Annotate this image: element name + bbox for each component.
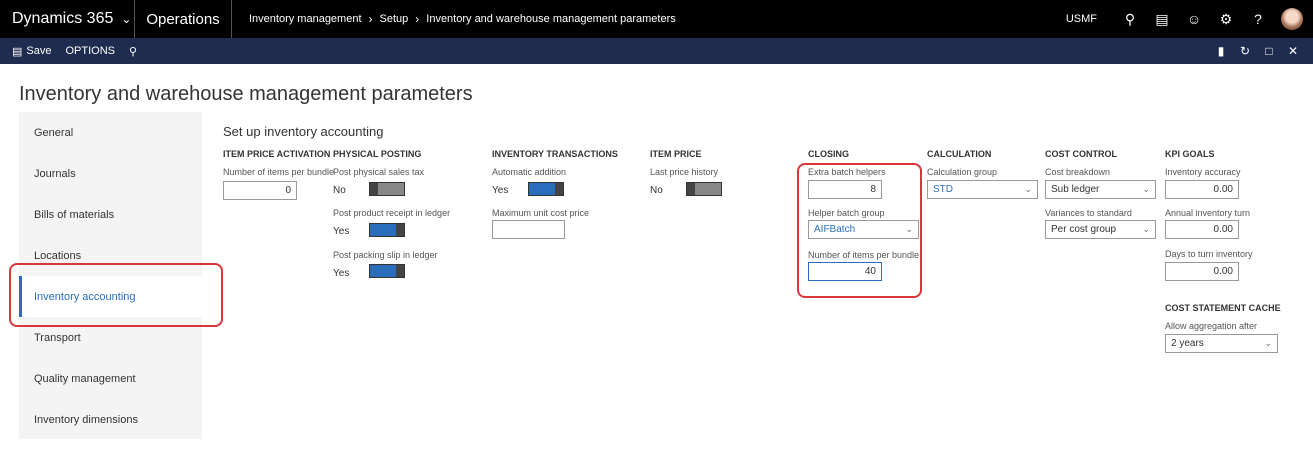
tab-bills-of-materials[interactable]: Bills of materials xyxy=(19,194,202,235)
tab-inventory-accounting[interactable]: Inventory accounting xyxy=(19,276,202,317)
variances-to-standard-value: Per cost group xyxy=(1051,224,1117,235)
tab-quality-management[interactable]: Quality management xyxy=(19,358,202,399)
group-closing: CLOSING xyxy=(808,149,850,159)
closing-items-per-bundle-input[interactable]: 40 xyxy=(808,262,882,281)
options-label: OPTIONS xyxy=(65,45,115,57)
group-inventory-transactions: INVENTORY TRANSACTIONS xyxy=(492,149,618,159)
calculation-group-value: STD xyxy=(933,184,953,195)
cost-breakdown-select[interactable]: Sub ledger ⌄ xyxy=(1045,180,1156,199)
inventory-accuracy-input[interactable]: 0.00 xyxy=(1165,180,1239,199)
post-physical-sales-tax-label: Post physical sales tax xyxy=(333,167,425,177)
automatic-addition-value: Yes xyxy=(492,185,509,196)
post-product-receipt-toggle[interactable] xyxy=(369,223,405,237)
group-cost-statement-cache: COST STATEMENT CACHE xyxy=(1165,303,1281,313)
variances-to-standard-label: Variances to standard xyxy=(1045,208,1132,218)
annual-inventory-turn-input[interactable]: 0.00 xyxy=(1165,220,1239,239)
extra-batch-helpers-label: Extra batch helpers xyxy=(808,167,886,177)
maximum-unit-cost-price-input[interactable] xyxy=(492,220,565,239)
save-icon: ▤ xyxy=(12,45,23,58)
breadcrumb-item-setup[interactable]: Setup xyxy=(380,13,409,25)
action-pane: ▤ Save OPTIONS ⚲ ▮ ↻ □ ✕ xyxy=(0,38,1313,64)
breadcrumb-item-current[interactable]: Inventory and warehouse management param… xyxy=(426,13,675,25)
refresh-icon[interactable]: ↻ xyxy=(1233,44,1257,58)
group-calculation: CALCULATION xyxy=(927,149,992,159)
items-per-bundle-input[interactable]: 0 xyxy=(223,181,297,200)
calculation-group-select[interactable]: STD ⌄ xyxy=(927,180,1038,199)
search-icon[interactable]: ⚲ xyxy=(1117,11,1143,28)
days-to-turn-inventory-label: Days to turn inventory xyxy=(1165,249,1253,259)
items-per-bundle-label: Number of items per bundle xyxy=(223,167,335,177)
action-search-button[interactable]: ⚲ xyxy=(129,45,141,58)
tab-transport[interactable]: Transport xyxy=(19,317,202,358)
helper-batch-group-value: AIFBatch xyxy=(814,224,856,235)
post-product-receipt-label: Post product receipt in ledger xyxy=(333,208,451,218)
chevron-down-icon: ⌄ xyxy=(905,224,913,234)
cost-breakdown-label: Cost breakdown xyxy=(1045,167,1111,177)
tab-journals[interactable]: Journals xyxy=(19,153,202,194)
chevron-down-icon: ⌄ xyxy=(1264,338,1272,348)
chevron-down-icon: ⌄ xyxy=(1142,184,1150,194)
group-item-price: ITEM PRICE xyxy=(650,149,702,159)
group-kpi-goals: KPI GOALS xyxy=(1165,149,1215,159)
tab-general[interactable]: General xyxy=(19,112,202,153)
chevron-right-icon: › xyxy=(415,12,420,26)
cost-breakdown-value: Sub ledger xyxy=(1051,184,1100,195)
automatic-addition-label: Automatic addition xyxy=(492,167,567,177)
vertical-tab-list: General Journals Bills of materials Loca… xyxy=(19,112,202,439)
group-cost-control: COST CONTROL xyxy=(1045,149,1117,159)
brand-label: Dynamics 365 xyxy=(12,10,114,27)
app-switcher[interactable]: Dynamics 365 ⌄ xyxy=(0,0,135,38)
post-packing-slip-label: Post packing slip in ledger xyxy=(333,250,438,260)
message-icon[interactable]: ▤ xyxy=(1149,11,1175,28)
tab-inventory-dimensions[interactable]: Inventory dimensions xyxy=(19,399,202,440)
post-product-receipt-value: Yes xyxy=(333,226,350,237)
office-icon[interactable]: ▮ xyxy=(1209,44,1233,58)
last-price-history-value: No xyxy=(650,185,663,196)
helper-batch-group-select[interactable]: AIFBatch ⌄ xyxy=(808,220,919,239)
variances-to-standard-select[interactable]: Per cost group ⌄ xyxy=(1045,220,1156,239)
allow-aggregation-after-label: Allow aggregation after xyxy=(1165,321,1258,331)
group-physical-posting: PHYSICAL POSTING xyxy=(333,149,422,159)
maximum-unit-cost-price-label: Maximum unit cost price xyxy=(492,208,590,218)
avatar[interactable] xyxy=(1281,8,1303,30)
chevron-down-icon: ⌄ xyxy=(1024,184,1032,194)
gear-icon[interactable]: ⚙ xyxy=(1213,11,1239,28)
inventory-accuracy-label: Inventory accuracy xyxy=(1165,167,1241,177)
search-icon: ⚲ xyxy=(129,45,138,58)
last-price-history-label: Last price history xyxy=(650,167,719,177)
section-title: Set up inventory accounting xyxy=(223,124,384,139)
post-packing-slip-value: Yes xyxy=(333,268,350,279)
extra-batch-helpers-input[interactable]: 8 xyxy=(808,180,882,199)
post-physical-sales-tax-toggle[interactable] xyxy=(369,182,405,196)
help-icon[interactable]: ? xyxy=(1245,11,1271,27)
save-button[interactable]: ▤ Save xyxy=(12,45,51,58)
open-new-window-icon[interactable]: □ xyxy=(1257,44,1281,58)
page-title: Inventory and warehouse management param… xyxy=(19,83,473,105)
options-button[interactable]: OPTIONS xyxy=(65,45,115,57)
save-label: Save xyxy=(26,45,52,57)
breadcrumb-item-inventory-management[interactable]: Inventory management xyxy=(249,13,362,25)
automatic-addition-toggle[interactable] xyxy=(528,182,564,196)
annual-inventory-turn-label: Annual inventory turn xyxy=(1165,208,1251,218)
company-selector[interactable]: USMF xyxy=(1066,13,1097,25)
allow-aggregation-after-value: 2 years xyxy=(1171,338,1204,349)
group-item-price-activation: ITEM PRICE ACTIVATION xyxy=(223,149,331,159)
closing-items-per-bundle-label: Number of items per bundle xyxy=(808,250,920,260)
post-packing-slip-toggle[interactable] xyxy=(369,264,405,278)
post-physical-sales-tax-value: No xyxy=(333,185,346,196)
chevron-down-icon: ⌄ xyxy=(1142,224,1150,234)
last-price-history-toggle[interactable] xyxy=(686,182,722,196)
chevron-down-icon: ⌄ xyxy=(121,12,132,26)
top-navigation-bar: Dynamics 365 ⌄ Operations Inventory mana… xyxy=(0,0,1313,38)
module-label[interactable]: Operations xyxy=(135,0,232,38)
smiley-icon[interactable]: ☺ xyxy=(1181,11,1207,27)
helper-batch-group-label: Helper batch group xyxy=(808,208,885,218)
allow-aggregation-after-select[interactable]: 2 years ⌄ xyxy=(1165,334,1278,353)
tab-locations[interactable]: Locations xyxy=(19,235,202,276)
days-to-turn-inventory-input[interactable]: 0.00 xyxy=(1165,262,1239,281)
calculation-group-label: Calculation group xyxy=(927,167,998,177)
breadcrumb: Inventory management › Setup › Inventory… xyxy=(249,0,676,38)
chevron-right-icon: › xyxy=(368,12,373,26)
close-icon[interactable]: ✕ xyxy=(1281,44,1305,58)
